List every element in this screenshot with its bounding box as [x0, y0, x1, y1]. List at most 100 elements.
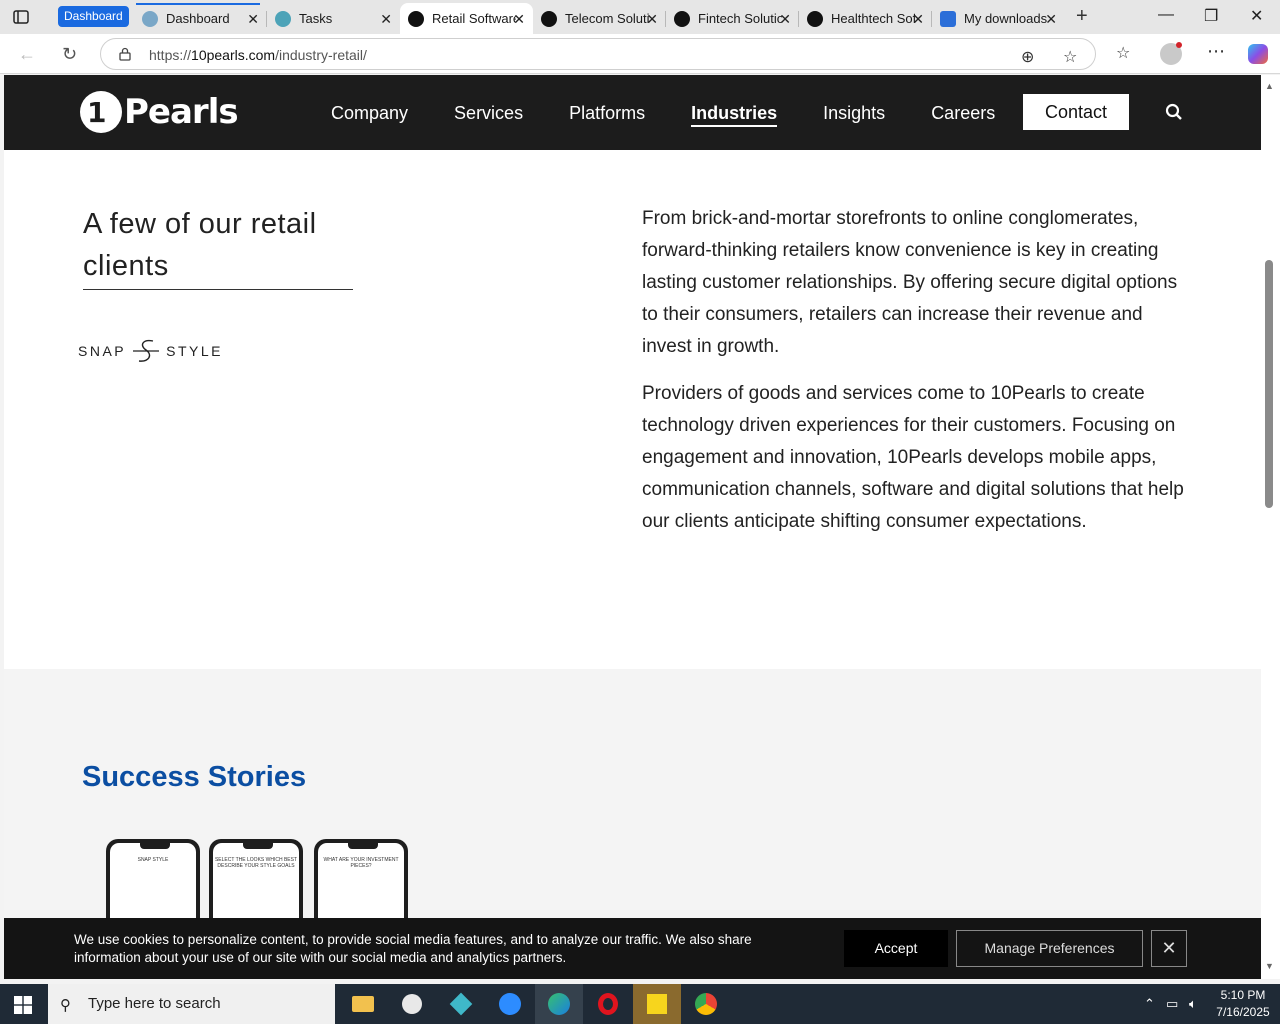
- manage-preferences-button[interactable]: Manage Preferences: [956, 930, 1143, 967]
- site-header: 1 Pearls Company Services Platforms Indu…: [4, 75, 1261, 150]
- url-prefix: https://: [149, 47, 192, 63]
- close-tab-icon[interactable]: ✕: [1045, 11, 1057, 28]
- tasks-favicon-icon: [275, 10, 291, 27]
- tab-my-downloads[interactable]: My downloads ✕: [932, 3, 1065, 34]
- intro-paragraph-2: Providers of goods and services come to …: [642, 383, 1184, 532]
- url-path: /industry-retail/: [275, 47, 367, 63]
- accept-cookies-button[interactable]: Accept: [844, 930, 948, 967]
- paint-icon[interactable]: [388, 984, 436, 1024]
- close-tab-icon[interactable]: ✕: [380, 11, 392, 28]
- nav-platforms[interactable]: Platforms: [569, 103, 645, 127]
- logo-mark-icon: 1: [80, 91, 122, 133]
- logo-right-text: STYLE: [166, 343, 223, 359]
- cookie-banner: We use cookies to personalize content, t…: [4, 918, 1261, 979]
- sticky-notes-icon[interactable]: [633, 984, 681, 1024]
- tab-retail-software[interactable]: Retail Software ✕: [400, 3, 533, 34]
- copilot-icon[interactable]: [1248, 44, 1268, 64]
- phone-screen-text: WHAT ARE YOUR INVESTMENT PIECES?: [323, 857, 399, 869]
- address-input[interactable]: https://10pearls.com/industry-retail/ ⊕ …: [100, 38, 1096, 70]
- app-diamond-icon[interactable]: [437, 984, 485, 1024]
- scroll-down-icon[interactable]: ▼: [1265, 961, 1274, 971]
- address-bar-row: ← ↻ https://10pearls.com/industry-retail…: [0, 34, 1280, 74]
- tab-healthtech-software[interactable]: Healthtech Software ✕: [799, 3, 932, 34]
- close-tab-icon[interactable]: ✕: [779, 11, 791, 28]
- profile-notification-dot: [1176, 42, 1182, 48]
- taskbar-search[interactable]: ⚲ Type here to search: [48, 984, 335, 1024]
- search-icon: ⚲: [60, 997, 71, 1014]
- contact-button[interactable]: Contact: [1023, 94, 1129, 130]
- minimize-icon[interactable]: —: [1158, 6, 1174, 24]
- tab-group-badge[interactable]: Dashboard: [58, 6, 129, 27]
- lock-icon[interactable]: [119, 47, 131, 61]
- intro-paragraph-1: From brick-and-mortar storefronts to onl…: [642, 208, 1178, 357]
- clock-date: 7/16/2025: [1216, 1005, 1270, 1019]
- back-icon[interactable]: ←: [18, 44, 36, 65]
- 10pearls-favicon-icon: [408, 10, 424, 27]
- dashboard-favicon-icon: [142, 10, 158, 27]
- more-menu-icon[interactable]: ⋯: [1207, 41, 1225, 62]
- url-text: https://10pearls.com/industry-retail/: [149, 47, 367, 63]
- show-hidden-icons-icon[interactable]: ⌃: [1144, 996, 1155, 1012]
- file-explorer-icon[interactable]: [339, 984, 387, 1024]
- downloads-favicon-icon: [940, 10, 956, 27]
- tab-label: My downloads: [964, 11, 1048, 26]
- close-tab-icon[interactable]: ✕: [513, 11, 525, 28]
- tab-label: Fintech Solutions: [698, 11, 782, 26]
- page-viewport: 1 Pearls Company Services Platforms Indu…: [4, 75, 1261, 979]
- edge-icon[interactable]: [535, 984, 583, 1024]
- nav-services[interactable]: Services: [454, 103, 523, 127]
- tab-fintech-solutions[interactable]: Fintech Solutions ✕: [666, 3, 799, 34]
- scroll-up-icon[interactable]: ▲: [1265, 81, 1274, 91]
- opera-icon[interactable]: [584, 984, 632, 1024]
- volume-icon[interactable]: 🔈︎: [1189, 996, 1197, 1012]
- 10pearls-logo[interactable]: 1 Pearls: [80, 91, 239, 133]
- cookie-text: We use cookies to personalize content, t…: [74, 932, 752, 965]
- phone-notch: [348, 843, 378, 849]
- reader-mode-icon[interactable]: ⊕: [1021, 47, 1034, 67]
- tab-label: Healthtech Software: [831, 11, 915, 26]
- logo-mark-text: 1: [87, 96, 107, 129]
- nav-insights[interactable]: Insights: [823, 103, 885, 127]
- intro-text: From brick-and-mortar storefronts to onl…: [642, 203, 1187, 553]
- phone-notch: [140, 843, 170, 849]
- tab-actions-icon[interactable]: [12, 8, 30, 26]
- restore-icon[interactable]: ❐: [1204, 6, 1218, 26]
- close-window-icon[interactable]: ✕: [1250, 6, 1263, 26]
- logo-left-text: SNAP: [78, 343, 127, 359]
- main-nav: Company Services Platforms Industries In…: [331, 103, 1041, 127]
- tab-dashboard[interactable]: Dashboard ✕: [134, 3, 267, 34]
- new-tab-icon[interactable]: +: [1076, 5, 1088, 28]
- 10pearls-favicon-icon: [541, 10, 557, 27]
- phone-notch: [243, 843, 273, 849]
- refresh-icon[interactable]: ↻: [62, 44, 77, 65]
- nav-careers[interactable]: Careers: [931, 103, 995, 127]
- close-tab-icon[interactable]: ✕: [646, 11, 658, 28]
- windows-start-icon[interactable]: [14, 996, 32, 1014]
- search-icon[interactable]: [1165, 103, 1183, 121]
- logo-text: Pearls: [124, 92, 239, 132]
- snap-style-mark-icon: [133, 339, 160, 362]
- close-tab-icon[interactable]: ✕: [247, 11, 259, 28]
- favorites-icon[interactable]: ☆: [1116, 43, 1130, 63]
- close-tab-icon[interactable]: ✕: [912, 11, 924, 28]
- scroll-thumb[interactable]: [1265, 260, 1273, 508]
- network-icon[interactable]: ▭: [1166, 996, 1178, 1012]
- tab-label: Retail Software: [432, 11, 516, 26]
- clock-time: 5:10 PM: [1220, 988, 1266, 1002]
- page-scrollbar[interactable]: ▲ ▼: [1261, 75, 1280, 979]
- nav-company[interactable]: Company: [331, 103, 408, 127]
- snap-style-logo: SNAP STYLE: [78, 337, 223, 365]
- nav-industries[interactable]: Industries: [691, 103, 778, 127]
- chrome-icon[interactable]: [682, 984, 730, 1024]
- 10pearls-favicon-icon: [674, 10, 690, 27]
- success-stories-heading: Success Stories: [82, 761, 307, 793]
- tab-bar: Dashboard Dashboard ✕ Tasks ✕ Retail Sof…: [0, 0, 1280, 34]
- taskbar-clock[interactable]: 5:10 PM 7/16/2025: [1210, 987, 1276, 1021]
- zoom-icon[interactable]: [486, 984, 534, 1024]
- phone-screen-text: SNAP STYLE: [137, 857, 169, 863]
- close-icon[interactable]: ✕: [1151, 930, 1187, 967]
- taskbar-search-placeholder: Type here to search: [88, 995, 221, 1012]
- favorite-star-icon[interactable]: ☆: [1063, 47, 1077, 67]
- tab-telecom-solutions[interactable]: Telecom Solutions ✕: [533, 3, 666, 34]
- tab-tasks[interactable]: Tasks ✕: [267, 3, 400, 34]
